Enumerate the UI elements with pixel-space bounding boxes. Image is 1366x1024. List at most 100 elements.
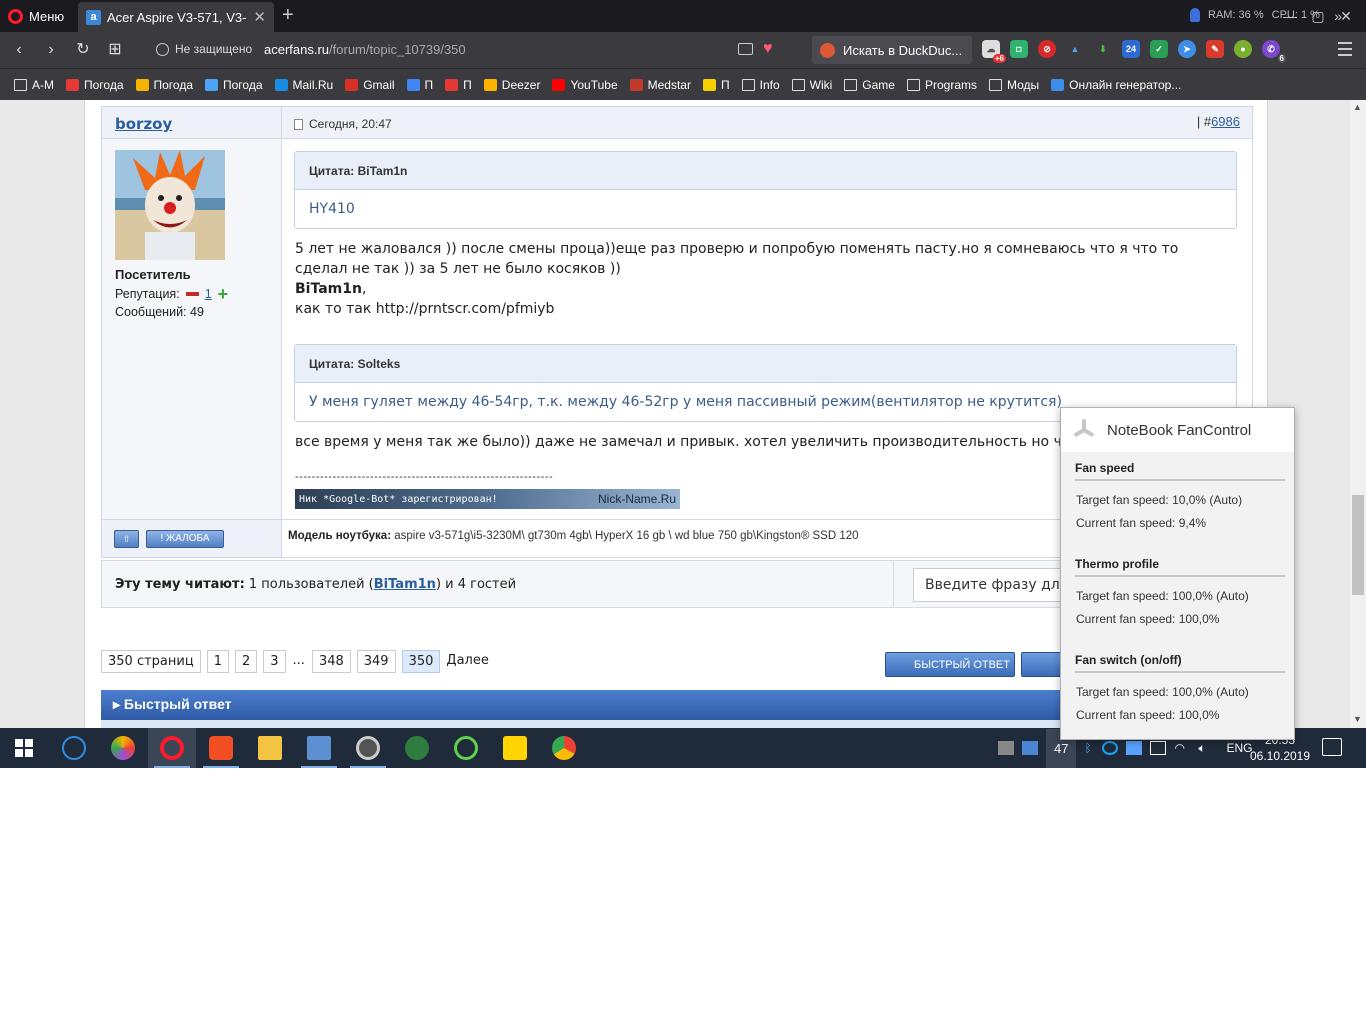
taskbar-fan-app[interactable] xyxy=(442,728,490,768)
page-link[interactable]: 3 xyxy=(263,650,286,673)
maximize-icon[interactable]: ▢ xyxy=(1304,4,1332,28)
bookmark-item[interactable]: Онлайн генератор... xyxy=(1051,78,1181,92)
taskbar-brave[interactable] xyxy=(197,728,245,768)
bookmark-item[interactable]: Gmail xyxy=(345,78,395,92)
scroll-top-button[interactable]: ⇧ xyxy=(114,530,139,548)
bookmark-item[interactable]: YouTube xyxy=(552,78,618,92)
vpn-ext-icon[interactable]: ◘ xyxy=(1010,40,1028,58)
topic-readers: Эту тему читают: 1 пользователей (BiTam1… xyxy=(101,560,894,608)
tab-grid-icon[interactable]: ⊞ xyxy=(104,39,126,61)
page-link[interactable]: 1 xyxy=(206,650,229,673)
bookmark-item[interactable]: Deezer xyxy=(483,78,540,92)
scroll-thumb[interactable] xyxy=(1352,495,1364,595)
taskbar-chrome[interactable] xyxy=(540,728,588,768)
reputation-plus-icon[interactable]: + xyxy=(218,285,229,303)
author-link[interactable]: borzoy xyxy=(115,115,172,133)
taskbar-power-app[interactable] xyxy=(50,728,98,768)
bookmark-item[interactable]: Info xyxy=(741,78,780,92)
viber-ext-icon[interactable]: ✆ 6 xyxy=(1262,40,1286,63)
snapshot-icon[interactable] xyxy=(738,43,753,55)
taskbar-explorer[interactable] xyxy=(246,728,294,768)
circle-ext-icon[interactable]: ● xyxy=(1234,40,1252,58)
drop-ext-icon[interactable]: ▲ xyxy=(1066,40,1084,58)
bookmark-item[interactable]: Mail.Ru xyxy=(274,78,333,92)
taskbar-monitor-app[interactable] xyxy=(295,728,343,768)
page-link[interactable]: 348 xyxy=(311,650,351,673)
opera-menu-button[interactable]: Меню xyxy=(8,7,64,25)
search-box[interactable]: Искать в DuckDuc... xyxy=(812,36,972,64)
reader-user-link[interactable]: BiTam1n xyxy=(374,577,436,592)
avatar[interactable] xyxy=(115,150,225,260)
adblock-ext-icon[interactable]: ⊘ xyxy=(1038,40,1056,58)
tray-network-app-icon[interactable] xyxy=(1126,741,1143,755)
bluetooth-icon[interactable]: ᛒ xyxy=(1084,741,1094,755)
bookmark-item[interactable]: Programs xyxy=(906,78,977,92)
bookmark-item[interactable]: П xyxy=(445,78,472,92)
minimize-icon[interactable]: — xyxy=(1276,4,1304,28)
back-icon[interactable]: ‹ xyxy=(8,39,30,61)
tab-close-icon[interactable]: ✕ xyxy=(253,8,266,26)
taskbar-speaker-app[interactable] xyxy=(344,728,392,768)
reload-icon[interactable]: ↻ xyxy=(72,39,94,61)
telegram-ext-icon[interactable]: ➤ xyxy=(1178,40,1196,58)
url-field[interactable]: acerfans.ru/forum/topic_10739/350 xyxy=(264,42,466,57)
page-scrollbar[interactable]: ▲ ▼ xyxy=(1350,100,1366,728)
bookmark-item[interactable]: Погода xyxy=(135,78,193,92)
bookmarks-more-icon[interactable]: » xyxy=(1334,8,1342,24)
security-indicator[interactable]: Не защищено xyxy=(156,42,252,56)
reputation-value[interactable]: 1 xyxy=(205,287,212,301)
battery-icon[interactable] xyxy=(1150,741,1167,755)
download-ext-icon[interactable]: ⬇ xyxy=(1094,40,1112,58)
taskbar-player-app[interactable] xyxy=(491,728,539,768)
quote-header: Цитата: BiTam1n xyxy=(295,152,1236,190)
scroll-down-icon[interactable]: ▼ xyxy=(1353,714,1362,724)
bookmark-item[interactable]: П xyxy=(702,78,730,92)
start-button[interactable] xyxy=(0,728,48,768)
bookmark-heart-icon[interactable]: ♥ xyxy=(763,40,773,58)
readers-count: 1 пользователей ( xyxy=(244,577,374,592)
volume-icon[interactable]: 🔈︎ xyxy=(1198,741,1214,755)
notifications-icon[interactable] xyxy=(1322,738,1342,756)
fan-target-speed: Target fan speed: 100,0% (Auto) xyxy=(1076,589,1249,603)
tab-active[interactable]: a Acer Aspire V3-571, V3-571 ✕ xyxy=(78,2,274,32)
easy-setup-menu-icon[interactable] xyxy=(1338,42,1352,56)
bookmark-item[interactable]: Game xyxy=(844,78,895,92)
monitor-app-icon xyxy=(307,736,331,760)
taskbar-opera[interactable] xyxy=(148,728,196,768)
bookmark-item[interactable]: Погода xyxy=(205,78,263,92)
bookmark-item[interactable]: Medstar xyxy=(629,78,691,92)
bookmark-item[interactable]: П xyxy=(406,78,433,92)
scroll-up-icon[interactable]: ▲ xyxy=(1353,102,1362,112)
page-link[interactable]: 349 xyxy=(356,650,396,673)
taskbar-download-app[interactable] xyxy=(393,728,441,768)
tray-app-icon[interactable] xyxy=(1022,741,1038,755)
tray-sync-icon[interactable] xyxy=(1102,741,1119,755)
mention-name[interactable]: BiTam1n xyxy=(295,281,362,297)
smiley-icon xyxy=(702,78,716,91)
bookmark-item[interactable]: Wiki xyxy=(791,78,832,92)
reputation-minus-icon[interactable] xyxy=(185,292,199,296)
new-tab-button[interactable]: + xyxy=(282,4,294,27)
bookmark-item[interactable]: A-M xyxy=(14,78,54,92)
shield-ext-icon[interactable]: ✓ xyxy=(1150,40,1168,58)
counter-ext-icon[interactable]: 24 xyxy=(1122,40,1140,58)
post-number-link[interactable]: 6986 xyxy=(1211,114,1240,129)
signature-banner[interactable]: Ник *Google-Bot* зарегистрирован! Nick-N… xyxy=(295,489,680,509)
at-icon xyxy=(274,78,288,91)
forward-icon[interactable]: › xyxy=(40,39,62,61)
bookmark-item[interactable]: Моды xyxy=(989,78,1039,92)
clock-date: 06.10.2019 xyxy=(1249,749,1311,763)
tray-display-icon[interactable] xyxy=(998,741,1014,755)
complain-button[interactable]: ! ЖАЛОБА xyxy=(146,530,224,548)
taskbar-chromium-app[interactable] xyxy=(99,728,147,768)
fan-current-speed: Current fan speed: 100,0% xyxy=(1076,612,1220,626)
folder-icon xyxy=(989,78,1002,91)
pen-ext-icon[interactable]: ✎ xyxy=(1206,40,1224,58)
page-next-link[interactable]: Далее xyxy=(446,650,489,673)
page-link[interactable]: 2 xyxy=(234,650,258,673)
wifi-icon[interactable]: ◠ xyxy=(1174,741,1190,755)
bookmark-item[interactable]: Погода xyxy=(66,78,124,92)
reputation: Репутация: 1 + xyxy=(115,285,229,303)
weather-ext-icon[interactable]: ☁ +6 xyxy=(982,40,1006,63)
quick-reply-button[interactable]: БЫСТРЫЙ ОТВЕТ xyxy=(885,652,1015,677)
